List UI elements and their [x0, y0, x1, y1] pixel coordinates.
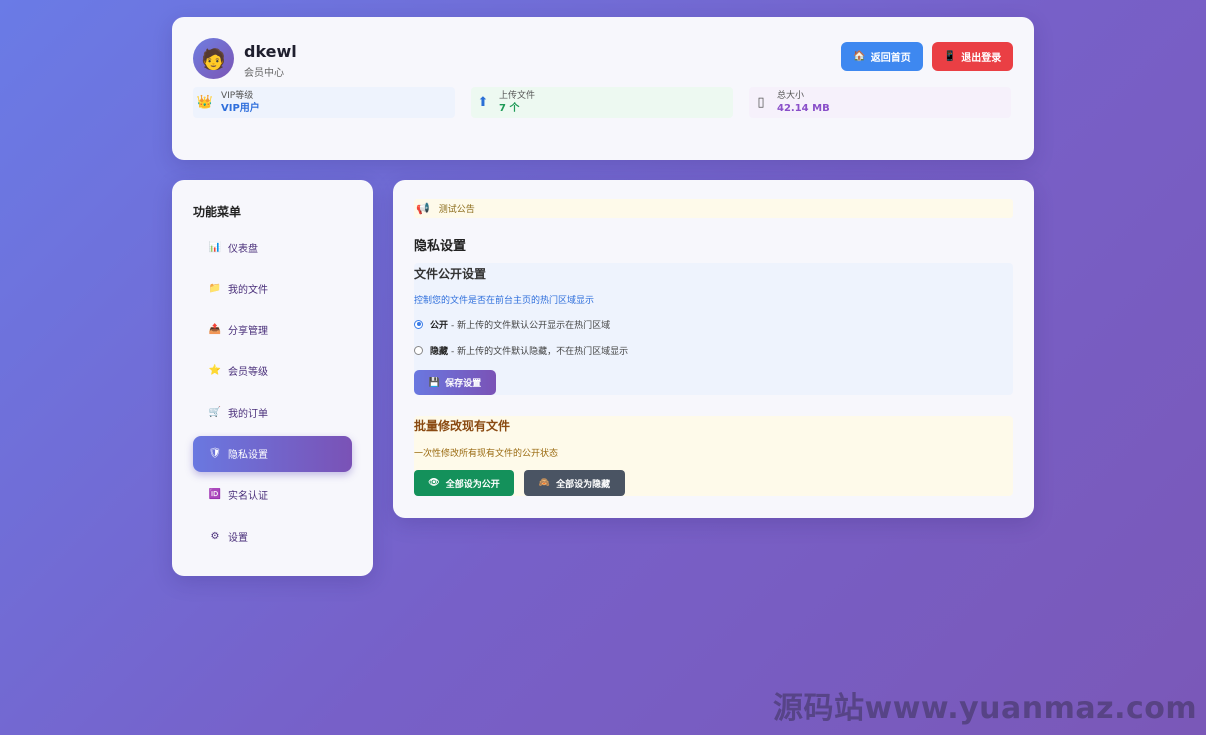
radio-option-hidden[interactable]: 隐藏 - 新上传的文件默认隐藏，不在热门区域显示	[414, 343, 628, 357]
set-all-hidden-label: 全部设为隐藏	[556, 479, 611, 490]
sidebar-item-settings[interactable]: ⚙ 设置	[193, 518, 352, 554]
sidebar-item-membership-level[interactable]: ⭐ 会员等级	[193, 353, 352, 389]
storage-icon: ▯	[757, 95, 765, 110]
hidden-option-label: 隐藏	[430, 346, 449, 357]
logout-button-label: 退出登录	[961, 53, 1002, 64]
phone-icon: 📱	[943, 51, 957, 62]
upload-arrow-icon: ⬆	[477, 95, 489, 110]
avatar-icon: 🧑	[201, 46, 226, 71]
watermark: 源码站www.yuanmaz.com	[773, 691, 1198, 726]
sidebar-item-label: 实名认证	[228, 491, 268, 503]
sidebar-item-privacy-settings[interactable]: 🛡 隐私设置	[193, 435, 352, 472]
sidebar-item-label: 会员等级	[228, 367, 268, 379]
public-radio[interactable]	[414, 319, 423, 329]
sidebar-menu: 功能菜单 📊 仪表盘 📁 我的文件 📤 分享管理 ⭐ 会员等级 🛒 我的订单 🛡 隐私设置 🆔 实名认证 ⚙…	[172, 180, 373, 576]
hidden-radio[interactable]	[414, 345, 423, 355]
total-size-label: 总大小	[777, 91, 805, 101]
crown-icon: 👑	[196, 95, 214, 110]
vip-level-stat: 👑 VIP等级 VIP用户	[193, 87, 455, 118]
share-tray-icon: 📤	[208, 324, 222, 336]
sidebar-item-real-name-verification[interactable]: 🆔 实名认证	[193, 477, 352, 513]
main-panel: 📢 测试公告 隐私设置 文件公开设置 控制您的文件是否在前台主页的热门区域显示 …	[393, 180, 1034, 518]
upload-count-label: 上传文件	[499, 91, 536, 101]
gear-icon: ⚙	[210, 530, 220, 542]
user-subtitle: 会员中心	[244, 68, 284, 79]
vip-level-value: VIP用户	[221, 103, 260, 114]
hidden-option-desc: - 新上传的文件默认隐藏，不在热门区域显示	[451, 346, 629, 357]
bulk-edit-section: 批量修改现有文件 一次性修改所有现有文件的公开状态 👁 全部设为公开 🙈 全部设…	[414, 416, 1013, 496]
sidebar-item-my-files[interactable]: 📁 我的文件	[193, 270, 352, 306]
sidebar-item-label: 分享管理	[228, 326, 268, 338]
sidebar-item-label: 设置	[228, 532, 248, 544]
set-all-hidden-button[interactable]: 🙈 全部设为隐藏	[524, 470, 625, 496]
upload-count-value: 7 个	[499, 103, 520, 114]
folder-icon: 📁	[208, 282, 222, 294]
public-option-label: 公开	[430, 320, 449, 331]
sidebar-item-label: 我的文件	[228, 284, 268, 296]
page-title: 隐私设置	[414, 239, 467, 254]
visibility-section-description: 控制您的文件是否在前台主页的热门区域显示	[414, 296, 595, 306]
save-settings-label: 保存设置	[445, 379, 482, 389]
id-card-icon: 🆔	[208, 489, 222, 501]
set-all-public-label: 全部设为公开	[445, 479, 500, 490]
username: dkewl	[244, 42, 297, 61]
upload-count-stat: ⬆ 上传文件 7 个	[471, 87, 733, 118]
vip-level-label: VIP等级	[221, 91, 254, 101]
set-all-public-button[interactable]: 👁 全部设为公开	[414, 470, 514, 496]
logout-button[interactable]: 📱 退出登录	[932, 42, 1013, 71]
sidebar-item-label: 我的订单	[228, 408, 268, 420]
eye-icon: 👁	[428, 478, 440, 488]
cart-icon: 🛒	[208, 406, 222, 418]
user-header-card: 🧑 dkewl 会员中心 🏠 返回首页 📱 退出登录 👑 VIP等级 VIP用户…	[172, 17, 1034, 160]
save-settings-button[interactable]: 💾 保存设置	[414, 370, 496, 395]
sidebar-item-label: 隐私设置	[228, 450, 268, 461]
bulk-section-title: 批量修改现有文件	[414, 419, 511, 433]
sidebar-item-my-orders[interactable]: 🛒 我的订单	[193, 394, 352, 430]
chart-icon: 📊	[208, 241, 222, 253]
sidebar-item-share-management[interactable]: 📤 分享管理	[193, 312, 352, 348]
home-button[interactable]: 🏠 返回首页	[841, 42, 923, 71]
visibility-settings-section: 文件公开设置 控制您的文件是否在前台主页的热门区域显示 公开 - 新上传的文件默…	[414, 263, 1013, 395]
total-size-stat: ▯ 总大小 42.14 MB	[749, 87, 1011, 118]
radio-option-public[interactable]: 公开 - 新上传的文件默认公开显示在热门区域	[414, 317, 610, 331]
visibility-section-title: 文件公开设置	[414, 267, 487, 281]
star-icon: ⭐	[208, 365, 222, 377]
home-button-label: 返回首页	[870, 53, 911, 64]
megaphone-icon: 📢	[416, 202, 430, 215]
save-icon: 💾	[428, 377, 441, 388]
public-option-desc: - 新上传的文件默认公开显示在热门区域	[451, 320, 611, 331]
avatar: 🧑	[193, 38, 234, 79]
total-size-value: 42.14 MB	[777, 103, 830, 114]
bulk-section-description: 一次性修改所有现有文件的公开状态	[414, 449, 559, 459]
shield-icon: 🛡	[208, 448, 222, 459]
announcement-bar: 📢 测试公告	[414, 199, 1013, 218]
sidebar-item-dashboard[interactable]: 📊 仪表盘	[193, 229, 352, 265]
menu-title: 功能菜单	[193, 205, 242, 219]
sidebar-item-label: 仪表盘	[228, 243, 258, 255]
home-icon: 🏠	[853, 51, 866, 62]
hide-icon: 🙈	[538, 478, 551, 488]
announcement-text: 测试公告	[438, 205, 475, 215]
